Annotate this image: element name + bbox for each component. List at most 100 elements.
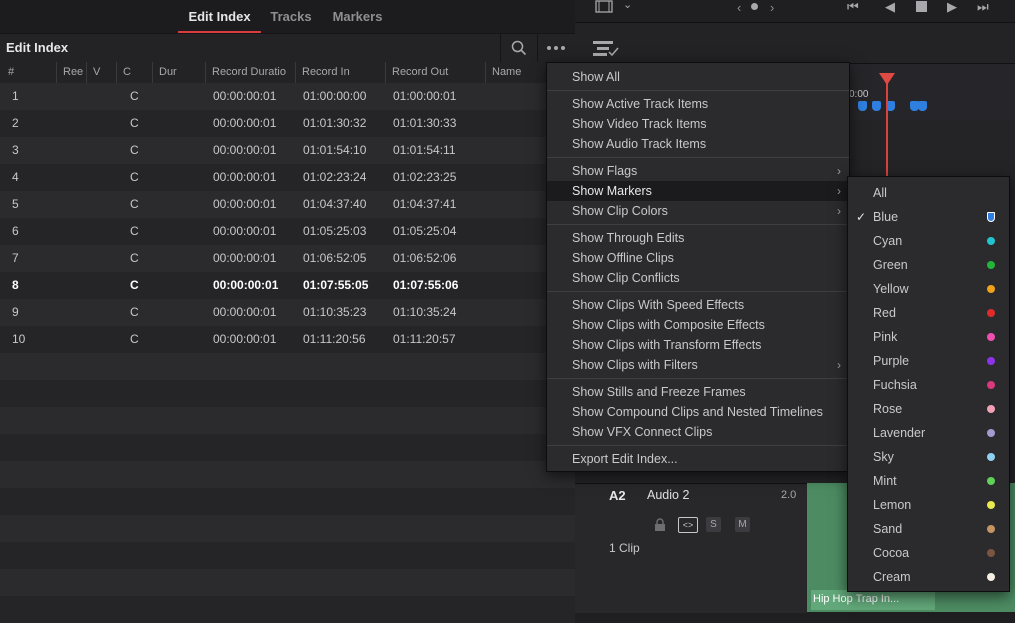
row-c: C (130, 332, 139, 346)
marker-blue[interactable] (918, 101, 927, 111)
track-name[interactable]: Audio 2 (647, 488, 689, 502)
row-record-out: 01:10:35:24 (393, 305, 457, 319)
submenu-item-purple[interactable]: Purple (848, 349, 1009, 373)
submenu-item-label: Rose (873, 402, 903, 416)
table-row[interactable]: 3 C 00:00:00:01 01:01:54:10 01:01:54:11 (0, 137, 575, 164)
menu-item-show-clips-with-composite-effects[interactable]: Show Clips with Composite Effects (547, 315, 849, 335)
submenu-item-cream[interactable]: Cream (848, 565, 1009, 589)
next-clip-icon[interactable]: › (770, 0, 774, 15)
row-record-duration: 00:00:00:01 (213, 197, 277, 211)
menu-item-show-clip-conflicts[interactable]: Show Clip Conflicts (547, 268, 849, 288)
submenu-item-yellow[interactable]: Yellow (848, 277, 1009, 301)
menu-item-export-edit-index[interactable]: Export Edit Index... (547, 449, 849, 469)
chevron-down-icon[interactable]: ⌄ (623, 0, 632, 11)
menu-item-show-clips-with-transform-effects[interactable]: Show Clips with Transform Effects (547, 335, 849, 355)
column-header-reel[interactable]: Ree (57, 62, 87, 83)
more-options-button[interactable] (537, 34, 575, 62)
menu-item-show-video-track-items[interactable]: Show Video Track Items (547, 114, 849, 134)
auto-select-icon[interactable]: <> (678, 517, 698, 533)
prev-clip-icon[interactable]: ‹ (737, 0, 741, 15)
menu-item-show-audio-track-items[interactable]: Show Audio Track Items (547, 134, 849, 154)
solo-button[interactable]: S (706, 517, 721, 532)
playhead-handle[interactable] (879, 73, 895, 85)
menu-item-show-stills-and-freeze-frames[interactable]: Show Stills and Freeze Frames (547, 382, 849, 402)
playhead-line[interactable] (886, 74, 888, 184)
menu-item-show-offline-clips[interactable]: Show Offline Clips (547, 248, 849, 268)
submenu-item-red[interactable]: Red (848, 301, 1009, 325)
submenu-item-sky[interactable]: Sky (848, 445, 1009, 469)
column-header-record-in[interactable]: Record In (296, 62, 386, 83)
submenu-item-fuchsia[interactable]: Fuchsia (848, 373, 1009, 397)
row-record-out: 01:05:25:04 (393, 224, 457, 238)
table-row[interactable]: 10 C 00:00:00:01 01:11:20:56 01:11:20:57 (0, 326, 575, 353)
column-header-record-duration[interactable]: Record Duratio (206, 62, 296, 83)
column-header-c[interactable]: C (117, 62, 153, 83)
column-header-number[interactable]: # (2, 62, 57, 83)
column-header-v[interactable]: V (87, 62, 117, 83)
play-icon[interactable]: ▶ (947, 0, 957, 15)
reverse-play-icon[interactable]: ◀ (885, 0, 895, 15)
menu-item-show-clips-with-speed-effects[interactable]: Show Clips With Speed Effects (547, 295, 849, 315)
row-number: 9 (12, 305, 19, 319)
table-row[interactable]: 6 C 00:00:00:01 01:05:25:03 01:05:25:04 (0, 218, 575, 245)
row-record-in: 01:05:25:03 (303, 224, 367, 238)
table-row[interactable]: 4 C 00:00:00:01 01:02:23:24 01:02:23:25 (0, 164, 575, 191)
submenu-item-mint[interactable]: Mint (848, 469, 1009, 493)
table-row[interactable]: 7 C 00:00:00:01 01:06:52:05 01:06:52:06 (0, 245, 575, 272)
submenu-item-rose[interactable]: Rose (848, 397, 1009, 421)
dot-icon[interactable] (751, 3, 758, 10)
menu-item-show-all[interactable]: Show All (547, 67, 849, 87)
lock-icon[interactable] (654, 518, 666, 532)
rewind-icon[interactable]: ⏮ (847, 0, 859, 15)
submenu-arrow-icon: › (837, 358, 841, 372)
table-row[interactable]: 2 C 00:00:00:01 01:01:30:32 01:01:30:33 (0, 110, 575, 137)
transport-bar: ⌄ ‹ › ⏮ ◀ ▶ ⏭ (575, 0, 1015, 23)
submenu-item-cocoa[interactable]: Cocoa (848, 541, 1009, 565)
table-row[interactable]: 5 C 00:00:00:01 01:04:37:40 01:04:37:41 (0, 191, 575, 218)
marker-blue[interactable] (858, 101, 867, 111)
submenu-item-sand[interactable]: Sand (848, 517, 1009, 541)
row-number: 6 (12, 224, 19, 238)
submenu-item-label: Green (873, 258, 908, 272)
row-record-out: 01:01:30:33 (393, 116, 457, 130)
submenu-item-label: All (873, 186, 887, 200)
audio-clip-name: Hip Hop Trap In... (813, 593, 900, 605)
filmstrip-icon[interactable] (595, 0, 617, 14)
submenu-item-lavender[interactable]: Lavender (848, 421, 1009, 445)
row-c: C (130, 116, 139, 130)
column-header-dur[interactable]: Dur (153, 62, 206, 83)
menu-item-show-through-edits[interactable]: Show Through Edits (547, 228, 849, 248)
audio-clip-label[interactable]: Hip Hop Trap In... (811, 590, 935, 610)
tab-markers[interactable]: Markers (325, 0, 390, 31)
menu-item-show-vfx-connect-clips[interactable]: Show VFX Connect Clips (547, 422, 849, 442)
menu-item-show-clip-colors[interactable]: Show Clip Colors › (547, 201, 849, 221)
submenu-item-lemon[interactable]: Lemon (848, 493, 1009, 517)
tab-tracks[interactable]: Tracks (265, 0, 317, 31)
fast-forward-icon[interactable]: ⏭ (977, 0, 989, 15)
submenu-item-all[interactable]: All (848, 181, 1009, 205)
submenu-item-blue[interactable]: ✓ Blue (848, 205, 1009, 229)
timeline-options-icon[interactable] (592, 39, 620, 57)
track-header-a2[interactable]: A2 Audio 2 2.0 <> S M 1 Clip (575, 483, 807, 613)
menu-item-show-flags[interactable]: Show Flags › (547, 161, 849, 181)
menu-item-show-active-track-items[interactable]: Show Active Track Items (547, 94, 849, 114)
mute-button[interactable]: M (735, 517, 750, 532)
stop-icon[interactable] (916, 1, 927, 12)
submenu-item-cyan[interactable]: Cyan (848, 229, 1009, 253)
menu-item-show-compound-clips-and-nested-timelines[interactable]: Show Compound Clips and Nested Timelines (547, 402, 849, 422)
tab-edit-index[interactable]: Edit Index (178, 0, 261, 33)
empty-row (0, 596, 575, 623)
menu-item-label: Show Clips with Transform Effects (572, 338, 762, 352)
track-clip-count: 1 Clip (609, 541, 640, 555)
menu-item-label: Show All (572, 70, 620, 84)
table-row[interactable]: 8 C 00:00:00:01 01:07:55:05 01:07:55:06 (0, 272, 575, 299)
submenu-item-green[interactable]: Green (848, 253, 1009, 277)
column-header-record-out[interactable]: Record Out (386, 62, 486, 83)
menu-item-show-markers[interactable]: Show Markers › (547, 181, 849, 201)
search-button[interactable] (500, 34, 538, 62)
submenu-item-pink[interactable]: Pink (848, 325, 1009, 349)
table-row[interactable]: 9 C 00:00:00:01 01:10:35:23 01:10:35:24 (0, 299, 575, 326)
marker-blue[interactable] (872, 101, 881, 111)
menu-item-show-clips-with-filters[interactable]: Show Clips with Filters › (547, 355, 849, 375)
table-row[interactable]: 1 C 00:00:00:01 01:00:00:00 01:00:00:01 (0, 83, 575, 110)
